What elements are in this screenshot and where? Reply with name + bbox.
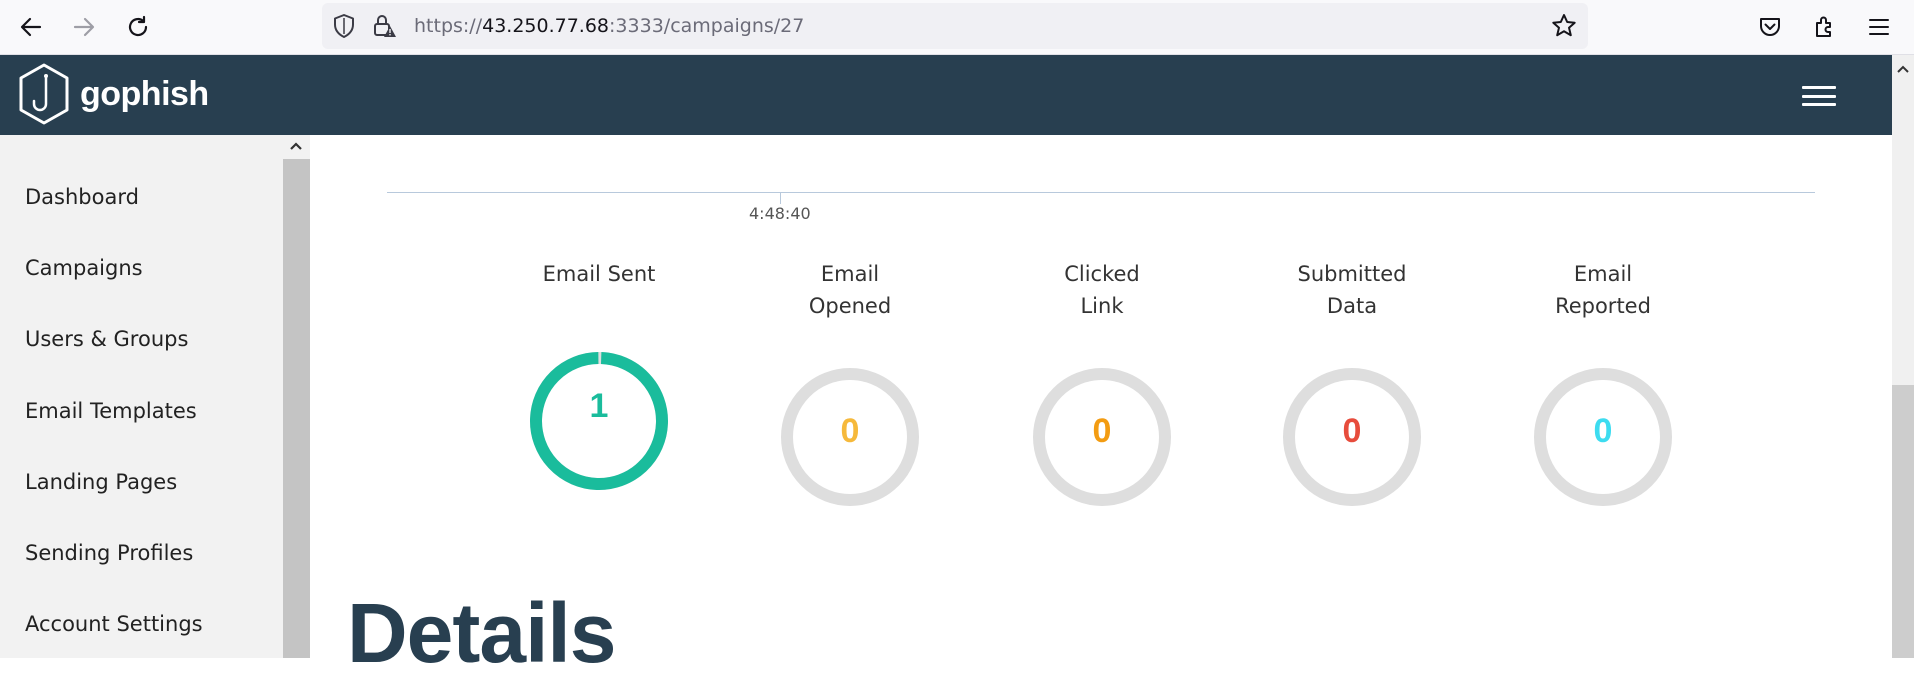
stat-label-line1: Email	[1573, 262, 1633, 286]
brand[interactable]: gophish	[16, 62, 209, 126]
stat-label: Email Sent	[489, 258, 709, 290]
stat-value: 1	[589, 387, 609, 425]
extensions-icon[interactable]	[1807, 9, 1843, 45]
sidebar-item-landing-pages[interactable]: Landing Pages	[25, 470, 177, 494]
back-icon[interactable]	[13, 9, 49, 45]
stat-label-line2: Link	[1080, 294, 1124, 318]
page-scroll-up-arrow-icon[interactable]	[1896, 63, 1910, 75]
sidebar-item-sending-profiles[interactable]: Sending Profiles	[25, 541, 193, 565]
stat-label-line2: Reported	[1555, 294, 1651, 318]
app-menu-icon[interactable]	[1861, 9, 1897, 45]
sidebar-scrollbar[interactable]	[283, 135, 310, 658]
url-text[interactable]: https://43.250.77.68:3333/campaigns/27	[414, 15, 804, 37]
reload-icon[interactable]	[120, 9, 156, 45]
page-scrollbar-thumb[interactable]	[1892, 385, 1914, 658]
page-scrollbar[interactable]	[1892, 55, 1914, 658]
url-bar[interactable]: https://43.250.77.68:3333/campaigns/27	[322, 3, 1588, 49]
stat-value: 0	[1593, 412, 1613, 450]
stat-label-line1: Submitted	[1297, 262, 1407, 286]
timeline-axis	[387, 192, 1815, 193]
sidebar-item-campaigns[interactable]: Campaigns	[25, 256, 143, 280]
timeline-tick-label: 4:48:40	[749, 204, 811, 223]
brand-name: gophish	[80, 74, 209, 113]
stat-label: Submitted Data	[1242, 258, 1462, 322]
app-navbar: gophish	[0, 55, 1892, 135]
sidebar-scrollbar-thumb[interactable]	[283, 159, 310, 658]
stat-label: Email Reported	[1493, 258, 1713, 322]
pocket-icon[interactable]	[1752, 9, 1788, 45]
stat-value: 0	[1342, 412, 1362, 450]
hamburger-menu-icon[interactable]	[1802, 86, 1836, 106]
sidebar-item-dashboard[interactable]: Dashboard	[25, 185, 139, 209]
shield-icon[interactable]	[332, 13, 356, 44]
scroll-up-arrow-icon[interactable]	[289, 140, 303, 152]
sidebar-item-users-groups[interactable]: Users & Groups	[25, 327, 188, 351]
stat-label-line2: Opened	[808, 294, 892, 318]
stat-label: Clicked Link	[992, 258, 1212, 322]
stat-label-line1: Clicked	[1064, 262, 1140, 286]
bookmark-star-icon[interactable]	[1550, 12, 1578, 45]
stat-value: 0	[840, 412, 860, 450]
stat-label-line2: Data	[1326, 294, 1378, 318]
browser-toolbar: https://43.250.77.68:3333/campaigns/27	[0, 0, 1914, 55]
lock-warning-icon[interactable]	[372, 13, 398, 44]
gophish-logo-icon	[19, 63, 69, 125]
forward-icon[interactable]	[66, 9, 102, 45]
sidebar-item-account-settings[interactable]: Account Settings	[25, 612, 203, 636]
sidebar-item-email-templates[interactable]: Email Templates	[25, 399, 197, 423]
timeline-tick	[780, 192, 781, 204]
details-heading: Details	[347, 586, 616, 680]
stat-label-line1: Email	[820, 262, 880, 286]
sidebar: Dashboard Campaigns Users & Groups Email…	[0, 135, 283, 658]
stat-label: Email Opened	[740, 258, 960, 322]
stat-value: 0	[1092, 412, 1112, 450]
stat-label-line1: Email Sent	[542, 262, 656, 286]
